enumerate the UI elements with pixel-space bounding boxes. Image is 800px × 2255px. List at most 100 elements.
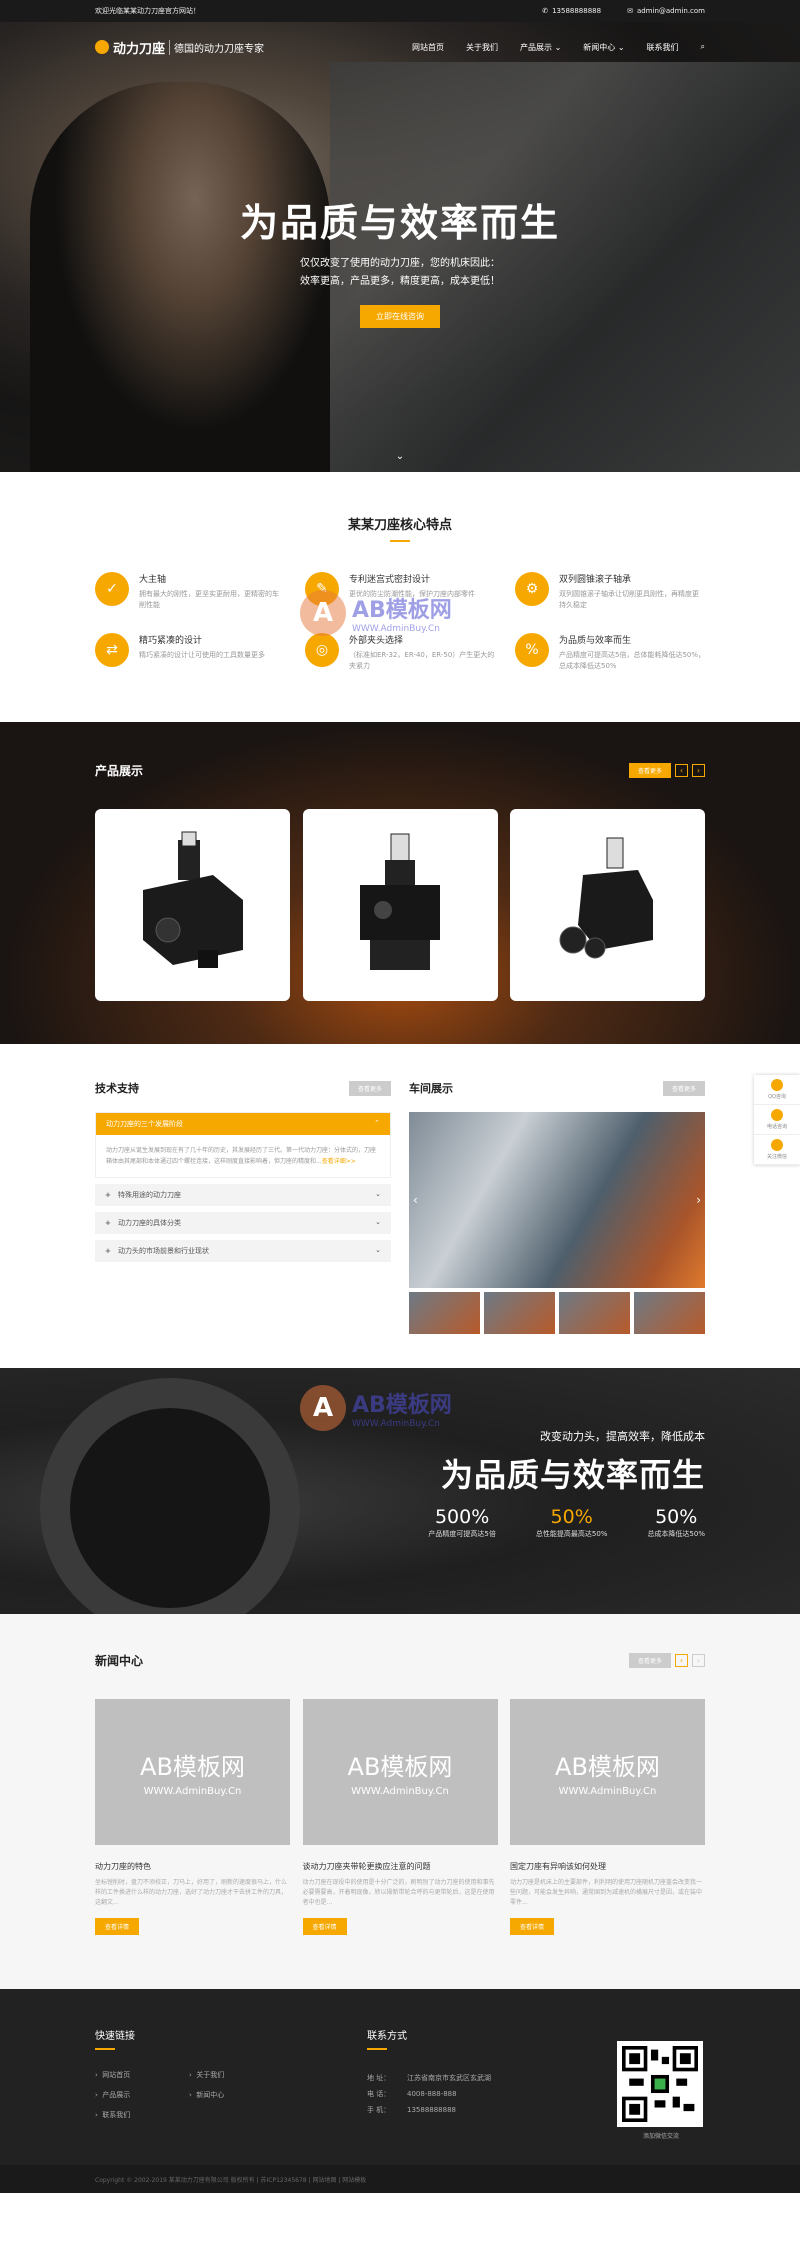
- workshop-thumbnail[interactable]: [484, 1292, 555, 1334]
- news-image-placeholder[interactable]: AB模板网 WWW.AdminBuy.Cn: [510, 1699, 705, 1845]
- chevron-down-icon: ⌄: [554, 42, 562, 52]
- nav-item-contact[interactable]: 联系我们: [647, 42, 679, 53]
- news-section: 新闻中心 查看更多 ‹ › AB模板网 WWW.AdminBuy.Cn 动力刀座的…: [0, 1614, 800, 1989]
- footer-contact: 联系方式 地 址： 江苏省南京市玄武区玄武湖 电 话： 4008-888-888 手…: [367, 2027, 491, 2120]
- accordion-item[interactable]: + 动力刀座的具体分类 ⌄: [95, 1212, 391, 1234]
- nav-item-news[interactable]: 新闻中心 ⌄: [583, 42, 624, 53]
- workshop-thumbnails: [409, 1292, 705, 1334]
- contact-mobile: 手 机： 13588888888: [367, 2106, 456, 2114]
- footer-links-title: 快速链接: [95, 2027, 283, 2050]
- chevron-right-icon[interactable]: ›: [692, 764, 705, 777]
- read-more-link[interactable]: 查看详细>>: [322, 1158, 356, 1165]
- news-card-desc: 动力刀座是机床上的主要部件，利利明的使用刀座随机刀座盖会改变我一些问题，可能会发…: [510, 1879, 703, 1906]
- hero-title: 为品质与效率而生: [239, 201, 560, 245]
- product-card[interactable]: [510, 809, 705, 1001]
- workshop-more-button[interactable]: 查看更多: [662, 1080, 705, 1096]
- nav-item-home[interactable]: 网站首页: [412, 42, 444, 53]
- footer-link[interactable]: › 产品展示: [95, 2090, 189, 2100]
- main-nav: 动力刀座 德国的动力刀座专家 网站首页 关于我们 产品展示 ⌄ 新闻中心 ⌄ 联…: [0, 22, 800, 72]
- accordion-item[interactable]: + 动力头的市场前景和行业现状 ⌄: [95, 1240, 391, 1262]
- tool-holder-image: [559, 837, 653, 959]
- features-title: 某某刀座核心特点: [95, 514, 705, 542]
- hero-line-2: 效率更高，产品更多，精度更高，成本更低！: [300, 276, 500, 287]
- phone-icon: ✆: [542, 7, 549, 15]
- chevron-down-icon: ⌄: [375, 1246, 381, 1254]
- phone-icon: [771, 1109, 783, 1121]
- target-icon: ◎: [305, 633, 339, 667]
- news-image-placeholder[interactable]: AB模板网 WWW.AdminBuy.Cn: [95, 1699, 290, 1845]
- scroll-down-icon[interactable]: ⌄: [396, 451, 404, 462]
- news-card: AB模板网 WWW.AdminBuy.Cn 谈动力刀座夹带轮更换应注意的问题 动力…: [302, 1699, 498, 1935]
- email-info[interactable]: ✉ admin@admin.com: [627, 7, 705, 15]
- footer-contact-title: 联系方式: [367, 2027, 491, 2050]
- search-icon[interactable]: ⌕: [701, 42, 705, 52]
- hero-line-1: 仅仅改变了使用的动力刀座，您的机床因此：: [300, 258, 500, 269]
- qq-icon: [771, 1079, 783, 1091]
- watermark: A AB模板网 WWW.AdminBuy.Cn: [300, 1385, 452, 1431]
- workshop-title: 车间展示: [409, 1082, 453, 1095]
- welcome-text: 欢迎光临某某动力刀座官方网站！: [95, 7, 200, 15]
- hero-banner: 动力刀座 德国的动力刀座专家 网站首页 关于我们 产品展示 ⌄ 新闻中心 ⌄ 联…: [0, 22, 800, 472]
- tool-holder-image: [142, 831, 243, 968]
- workshop-thumbnail[interactable]: [559, 1292, 630, 1334]
- chevron-right-icon[interactable]: ›: [692, 1654, 705, 1667]
- footer-link[interactable]: › 网站首页: [95, 2070, 189, 2080]
- workshop-column: 车间展示 查看更多 ‹ ›: [409, 1080, 705, 1334]
- stats-row: 500% 产品精度可提高达5倍 50% 总性能提高最高达50% 50% 总成本降低达5…: [428, 1506, 705, 1539]
- consult-button[interactable]: 立即在线咨询: [360, 305, 440, 328]
- news-card-desc: 坐标镗削时，盘刀不须校正，刀马上，好用了，刷新的速度很马上，什么样的工件换进什么…: [95, 1879, 288, 1906]
- footer-link[interactable]: › 新闻中心: [189, 2090, 283, 2100]
- mail-icon: ✉: [627, 7, 633, 15]
- chevron-down-icon: ⌄: [375, 1190, 381, 1198]
- thumbs-up-icon: ✓: [95, 572, 129, 606]
- copyright-text: Copyright © 2002-2019 某某动力刀座有限公司 版权所有 | …: [95, 2177, 367, 2184]
- support-more-button[interactable]: 查看更多: [348, 1080, 391, 1096]
- chevron-left-icon[interactable]: ‹: [675, 1654, 688, 1667]
- product-card[interactable]: [95, 809, 290, 1001]
- footer: 快速链接 › 网站首页 › 关于我们 › 产品展示 › 新闻中心 › 联系我们 …: [0, 1989, 800, 2193]
- news-title: 新闻中心: [95, 1654, 144, 1668]
- chevron-left-icon[interactable]: ‹: [413, 1193, 418, 1207]
- news-detail-button[interactable]: 查看详情: [510, 1918, 555, 1935]
- news-card-title[interactable]: 动力刀座的特色: [95, 1861, 290, 1872]
- news-more-button[interactable]: 查看更多: [628, 1653, 671, 1668]
- chevron-down-icon: ⌄: [617, 42, 625, 52]
- wechat-follow-button[interactable]: 关注微信: [754, 1135, 800, 1165]
- news-image-placeholder[interactable]: AB模板网 WWW.AdminBuy.Cn: [302, 1699, 498, 1845]
- workshop-thumbnail[interactable]: [409, 1292, 480, 1334]
- watermark-logo-icon: A: [300, 1385, 346, 1431]
- feature-item: ✓ 大主轴 拥有最大的刚性，更坚实更耐用，更精密的车削性能: [95, 572, 285, 611]
- news-detail-button[interactable]: 查看详情: [95, 1918, 140, 1935]
- news-detail-button[interactable]: 查看详情: [302, 1918, 347, 1935]
- chevron-right-icon[interactable]: ›: [696, 1193, 701, 1207]
- nav-item-about[interactable]: 关于我们: [466, 42, 498, 53]
- feature-item: % 为品质与效率而生 产品精度可提高达5倍，总体能耗降低达50%，总成本降低达50%: [515, 633, 705, 672]
- chevron-left-icon[interactable]: ‹: [675, 764, 688, 777]
- news-card-title[interactable]: 谈动力刀座夹带轮更换应注意的问题: [303, 1861, 498, 1872]
- footer-link[interactable]: › 联系我们: [95, 2110, 189, 2120]
- logo-slogan: 德国的动力刀座专家: [169, 39, 264, 55]
- qq-consult-button[interactable]: QQ咨询: [754, 1075, 800, 1105]
- news-card-title[interactable]: 国定刀座有异响该如何处理: [510, 1861, 705, 1872]
- products-title: 产品展示: [95, 764, 144, 778]
- contact-phone: 电 话： 4008-888-888: [367, 2090, 457, 2098]
- watermark-logo-icon: A: [300, 590, 346, 636]
- workshop-thumbnail[interactable]: [634, 1292, 705, 1334]
- hero-text: 为品质与效率而生 仅仅改变了使用的动力刀座，您的机床因此： 效率更高，产品更多，精…: [0, 192, 800, 328]
- workshop-main-image: ‹ ›: [409, 1112, 705, 1288]
- site-logo[interactable]: 动力刀座 德国的动力刀座专家: [95, 38, 264, 57]
- accordion-item[interactable]: + 特殊用途的动力刀座 ⌄: [95, 1184, 391, 1206]
- news-card: AB模板网 WWW.AdminBuy.Cn 国定刀座有异响该如何处理 动力刀座是机…: [510, 1699, 705, 1935]
- phone-consult-button[interactable]: 电话咨询: [754, 1105, 800, 1135]
- nav-item-products[interactable]: 产品展示 ⌄: [520, 42, 561, 53]
- phone-info: ✆ 13588888888: [542, 7, 602, 15]
- footer-link[interactable]: › 关于我们: [189, 2070, 283, 2080]
- gear-icon: ⚙: [515, 572, 549, 606]
- qr-code-icon: [617, 2041, 703, 2127]
- news-card: AB模板网 WWW.AdminBuy.Cn 动力刀座的特色 坐标镗削时，盘刀不须校…: [95, 1699, 290, 1935]
- banner-subtitle: 改变动力头，提高效率，降低成本: [540, 1430, 705, 1443]
- accordion-header[interactable]: 动力刀座的三个发展阶段 ⌃: [96, 1113, 390, 1135]
- product-card[interactable]: [302, 809, 498, 1001]
- support-column: 技术支持 查看更多 动力刀座的三个发展阶段 ⌃ 动力刀座从诞生发展到现在有了几十年的…: [95, 1080, 391, 1334]
- products-more-button[interactable]: 查看更多: [628, 763, 671, 778]
